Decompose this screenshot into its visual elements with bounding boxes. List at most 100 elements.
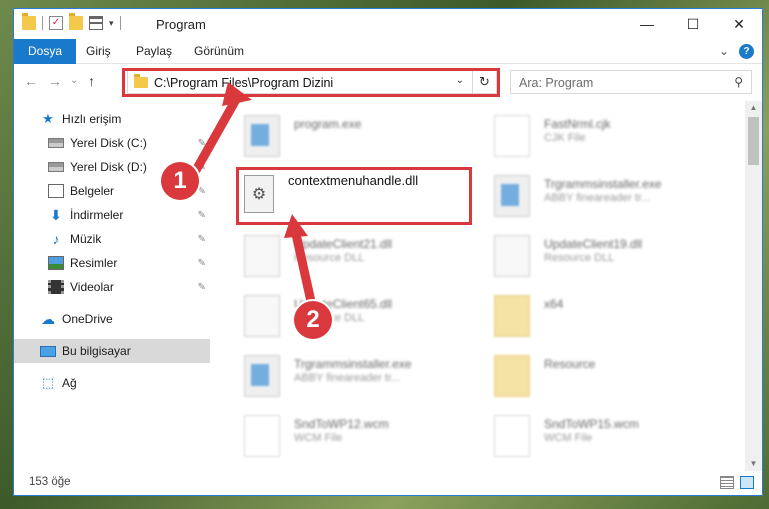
sidebar-item-label: İndirmeler xyxy=(70,208,124,222)
new-folder-icon[interactable] xyxy=(69,13,83,30)
details-view-icon[interactable] xyxy=(720,476,734,489)
file-type: CJK File xyxy=(544,132,586,144)
file-name: Resource xyxy=(544,357,596,371)
sidebar-item-label: Hızlı erişim xyxy=(62,112,122,126)
tab-giris[interactable]: Giriş xyxy=(72,39,125,64)
forward-arrow-icon[interactable]: → xyxy=(48,73,62,89)
status-bar: 153 öğe xyxy=(14,471,762,495)
tab-dosya[interactable]: Dosya xyxy=(14,39,77,64)
videos-icon xyxy=(48,280,64,294)
file-name: program.exe xyxy=(294,117,362,131)
sidebar-item-music[interactable]: ♪ Müzik ✎ xyxy=(14,227,210,251)
navigation-bar: ← → ⌄ ↑ C:\Program Files\Program Dizini … xyxy=(14,65,762,99)
scroll-up-icon[interactable]: ▲ xyxy=(745,101,762,115)
sidebar-item-label: Videolar xyxy=(70,280,114,294)
scroll-thumb[interactable] xyxy=(748,117,759,165)
sidebar-item-label: OneDrive xyxy=(62,312,113,326)
window-controls: — ☐ ✕ xyxy=(624,9,762,39)
address-highlight-box xyxy=(122,68,500,97)
file-name: UpdateClient19.dll xyxy=(544,237,643,251)
list-item[interactable]: x64 xyxy=(494,291,744,351)
sidebar-item-label: Bu bilgisayar xyxy=(62,344,131,358)
list-item[interactable]: SndToWP12.wcm WCM File xyxy=(244,411,494,471)
expand-ribbon-icon[interactable]: ⌄ xyxy=(719,44,729,59)
sidebar-item-network[interactable]: ⬚ Ağ xyxy=(14,371,210,395)
exe-icon xyxy=(244,355,280,397)
pin-icon[interactable]: ✎ xyxy=(198,258,206,269)
properties-check-icon[interactable]: ✓ xyxy=(49,16,63,30)
sidebar-item-onedrive[interactable]: ☁ OneDrive xyxy=(14,307,210,331)
customize-toolbar-caret-icon[interactable]: ▾ xyxy=(109,18,114,29)
pin-icon[interactable]: ✎ xyxy=(198,210,206,221)
sidebar-item-videos[interactable]: Videolar ✎ xyxy=(14,275,210,299)
search-box[interactable]: Ara: Program ⚲ xyxy=(510,70,752,94)
generic-file-icon xyxy=(494,415,530,457)
list-item[interactable]: Trgrammsinstaller.exe ABBY fineareader t… xyxy=(244,351,494,411)
exe-icon xyxy=(494,175,530,217)
downloads-icon: ⬇ xyxy=(50,207,62,223)
scroll-down-icon[interactable]: ▼ xyxy=(745,457,762,471)
pin-icon[interactable]: ✎ xyxy=(198,186,206,197)
list-item[interactable]: Trgrammsinstaller.exe ABBY fineareader t… xyxy=(494,171,744,231)
help-icon[interactable]: ? xyxy=(739,44,754,59)
disk-icon xyxy=(48,138,64,148)
recent-locations-icon[interactable]: ⌄ xyxy=(70,75,78,86)
search-icon[interactable]: ⚲ xyxy=(734,75,743,89)
exe-icon xyxy=(244,115,280,157)
music-icon: ♪ xyxy=(52,231,60,247)
file-type: WCM File xyxy=(294,432,343,444)
step-2-badge: 2 xyxy=(294,301,332,339)
file-name: FastNrml.cjk xyxy=(544,117,611,131)
tab-paylas[interactable]: Paylaş xyxy=(122,39,186,64)
sidebar-item-label: Resimler xyxy=(70,256,118,270)
dll-icon xyxy=(244,295,280,337)
large-icons-view-icon[interactable] xyxy=(740,476,754,489)
vertical-scrollbar[interactable]: ▲ ▼ xyxy=(745,101,762,471)
file-type: Resource DLL xyxy=(294,252,365,264)
file-list: program.exe FastNrml.cjk CJK File Trgram… xyxy=(224,101,746,471)
network-icon: ⬚ xyxy=(41,375,55,390)
file-name: x64 xyxy=(544,297,564,311)
sidebar-item-this-pc[interactable]: Bu bilgisayar xyxy=(14,339,210,363)
item-count: 153 öğe xyxy=(29,476,71,488)
sidebar-item-quick-access[interactable]: ★ Hızlı erişim xyxy=(14,107,210,131)
list-item[interactable]: SndToWP15.wcm WCM File xyxy=(494,411,744,471)
pin-icon[interactable]: ✎ xyxy=(198,162,206,173)
tab-gorunum[interactable]: Görünüm xyxy=(180,39,258,64)
quick-access-toolbar: ✓ ▾ xyxy=(22,13,121,30)
sidebar-item-label: Müzik xyxy=(70,232,102,246)
sidebar-item-downloads[interactable]: ⬇ İndirmeler ✎ xyxy=(14,203,210,227)
pin-icon[interactable]: ✎ xyxy=(198,282,206,293)
star-icon: ★ xyxy=(42,111,54,126)
list-item[interactable]: FastNrml.cjk CJK File xyxy=(494,111,744,171)
toolbar-separator xyxy=(42,16,43,30)
folder-icon[interactable] xyxy=(22,13,36,30)
back-arrow-icon[interactable]: ← xyxy=(24,73,38,89)
toolbar-separator xyxy=(119,16,121,30)
file-type: WCM File xyxy=(544,432,593,444)
list-item[interactable]: UpdateClient65.dll Resource DLL xyxy=(244,291,494,351)
pin-icon[interactable]: ✎ xyxy=(198,234,206,245)
dll-icon xyxy=(494,235,530,277)
documents-icon xyxy=(48,184,64,198)
explorer-window: ✓ ▾ Program — ☐ ✕ Dosya Giriş Paylaş Gör… xyxy=(13,8,763,496)
properties-icon[interactable] xyxy=(89,16,103,30)
sidebar-item-disk-c[interactable]: Yerel Disk (C:) ✎ xyxy=(14,131,210,155)
pin-icon[interactable]: ✎ xyxy=(198,138,206,149)
list-item[interactable]: UpdateClient19.dll Resource DLL xyxy=(494,231,744,291)
maximize-button[interactable]: ☐ xyxy=(670,9,716,39)
search-input[interactable]: Ara: Program xyxy=(519,76,593,90)
close-button[interactable]: ✕ xyxy=(716,9,762,39)
minimize-button[interactable]: — xyxy=(624,9,670,39)
sidebar-item-pictures[interactable]: Resimler ✎ xyxy=(14,251,210,275)
list-item[interactable]: UpdateClient21.dll Resource DLL xyxy=(244,231,494,291)
file-name: Trgrammsinstaller.exe xyxy=(544,177,662,191)
sidebar-item-label: Yerel Disk (C:) xyxy=(70,136,147,150)
file-type: Resource DLL xyxy=(544,252,615,264)
disk-icon xyxy=(48,162,64,172)
navigation-pane: ★ Hızlı erişim Yerel Disk (C:) ✎ Yerel D… xyxy=(14,101,210,471)
list-item[interactable]: program.exe xyxy=(244,111,494,171)
sidebar-item-label: Ağ xyxy=(62,376,77,390)
list-item[interactable]: Resource xyxy=(494,351,744,411)
up-arrow-icon[interactable]: ↑ xyxy=(88,73,95,89)
